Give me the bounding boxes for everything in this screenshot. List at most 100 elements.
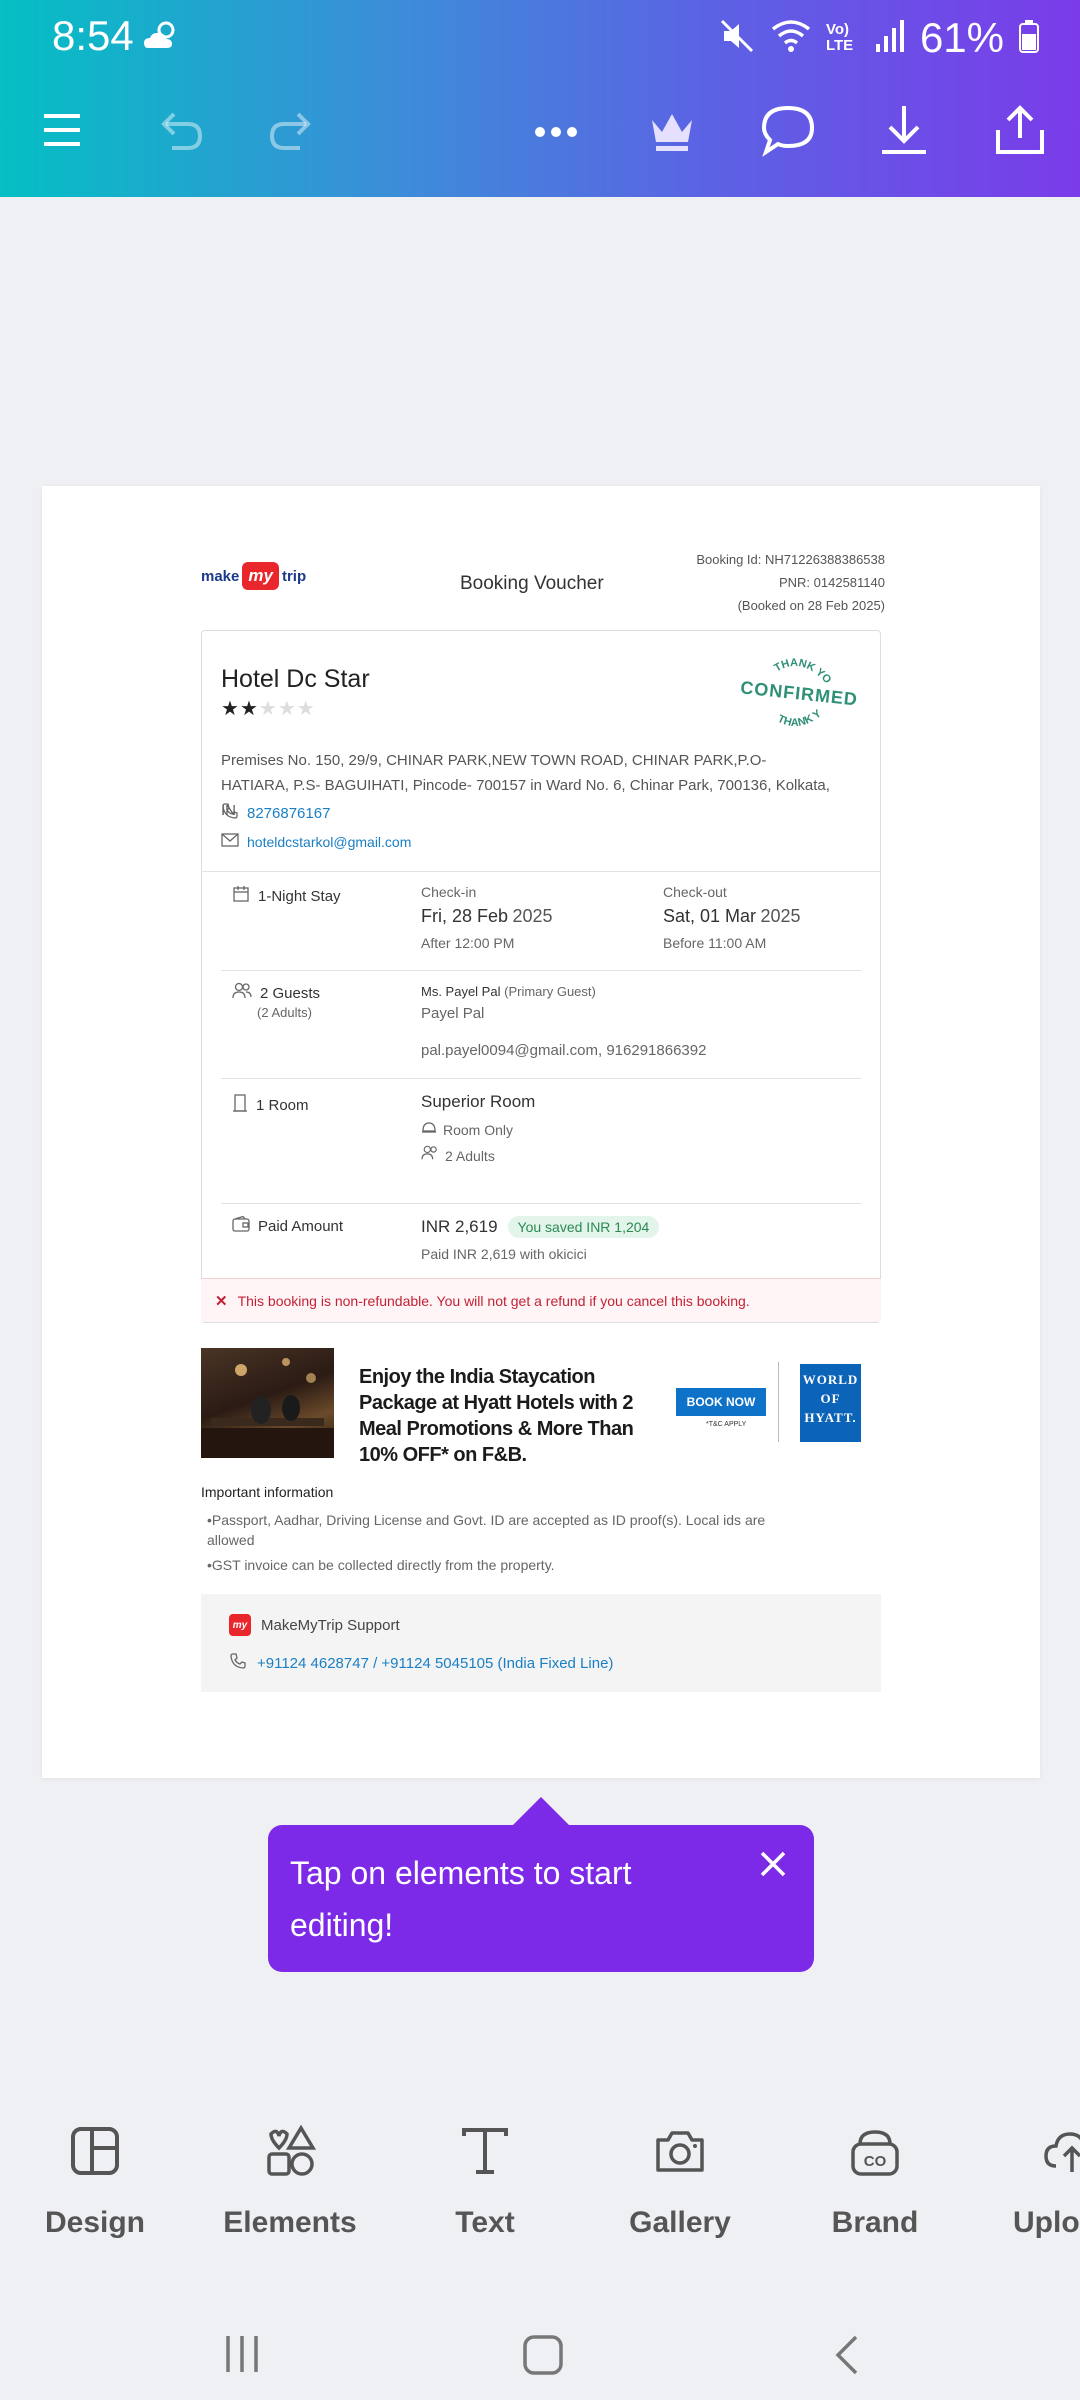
- star-icon: ★: [239, 698, 259, 720]
- support-phones[interactable]: +91124 4628747 / +91124 5045105 (India F…: [257, 1655, 613, 1672]
- pnr: PNR: 0142581140: [778, 575, 885, 590]
- weather-icon: [140, 18, 182, 59]
- ad-headline: Enjoy the India Staycation Package at Hy…: [359, 1366, 634, 1466]
- share-icon[interactable]: [990, 100, 1050, 160]
- text-icon: [462, 2128, 508, 2174]
- nav-upload[interactable]: Uplo: [975, 2100, 1080, 2240]
- hotel-phone-row[interactable]: 8276876167: [221, 802, 330, 824]
- recents-icon: [226, 2336, 258, 2372]
- payment-detail[interactable]: INR 2,619 You saved INR 1,204 Paid INR 2…: [421, 1216, 660, 1262]
- saved-badge: You saved INR 1,204: [507, 1216, 660, 1238]
- booking-id: Booking Id: NH71226388386538: [696, 552, 885, 567]
- checkout-block[interactable]: Check-out Sat, 01 Mar 2025 Before 11:00 …: [663, 884, 801, 951]
- star-icon: ★: [221, 698, 240, 720]
- important-info-item[interactable]: •GST invoice can be collected directly f…: [207, 1557, 555, 1573]
- paid-with: Paid INR 2,619 with okicici: [421, 1246, 587, 1262]
- divider: [221, 1078, 861, 1079]
- booked-on: (Booked on 28 Feb 2025): [737, 598, 885, 613]
- nav-design[interactable]: Design: [0, 2100, 190, 2240]
- mail-icon: [221, 833, 239, 850]
- book-now-button[interactable]: BOOK NOW: [676, 1388, 766, 1416]
- hyatt-ad-banner[interactable]: Enjoy the India Staycation Package at Hy…: [201, 1348, 861, 1466]
- booking-meta[interactable]: Booking Id: NH71226388386538 PNR: 014258…: [696, 548, 885, 617]
- network-label: Vo) LTE: [825, 21, 854, 54]
- comment-icon[interactable]: [758, 100, 818, 160]
- confirmed-stamp: THANK YOU CONFIRMED THANK YOU: [731, 641, 860, 735]
- nav-text[interactable]: Text: [390, 2100, 580, 2240]
- hotel-name[interactable]: Hotel Dc Star: [221, 665, 370, 694]
- phone-icon: [221, 802, 239, 824]
- editing-tooltip: Tap on elements to start editing!: [268, 1797, 814, 1972]
- checkout-time: Before 11:00 AM: [663, 935, 767, 951]
- nav-label: Gallery: [629, 2206, 731, 2239]
- checkout-day: Sat, 01 Mar: [663, 906, 757, 926]
- bottom-toolbar: Design Elements Text Gallery CO Brand Up…: [0, 2100, 1080, 2280]
- brand-line2: OF: [820, 1391, 841, 1406]
- nav-label: Brand: [831, 2206, 919, 2239]
- logo-make: make: [201, 567, 240, 585]
- primary-guest-tag: (Primary Guest): [504, 984, 596, 999]
- important-info-item[interactable]: •Passport, Aadhar, Driving License and G…: [207, 1510, 807, 1550]
- non-refundable-notice[interactable]: ✕ This booking is non-refundable. You wi…: [201, 1278, 881, 1322]
- checkin-year: 2025: [512, 906, 553, 926]
- undo-icon[interactable]: [150, 100, 210, 160]
- menu-icon[interactable]: [32, 100, 92, 160]
- room-detail[interactable]: Superior Room Room Only 2 Adults: [421, 1092, 535, 1166]
- hotel-email-row[interactable]: hoteldcstarkol@gmail.com: [221, 833, 411, 850]
- cross-icon: ✕: [215, 1292, 228, 1310]
- divider: [201, 871, 881, 872]
- ad-divider: [778, 1362, 779, 1442]
- stamp-main: CONFIRMED: [739, 677, 858, 709]
- wifi-icon: [770, 17, 812, 60]
- status-bar: 8:54 Vo) LTE 61%: [0, 0, 1080, 76]
- stay-row-label: 1-Night Stay: [232, 885, 341, 908]
- divider: [221, 970, 861, 971]
- redo-icon[interactable]: [262, 100, 322, 160]
- payment-amount: INR 2,619: [421, 1217, 498, 1236]
- download-icon[interactable]: [874, 100, 934, 160]
- design-icon: [71, 2127, 119, 2175]
- logo-trip: trip: [281, 567, 307, 585]
- hotel-email[interactable]: hoteldcstarkol@gmail.com: [247, 834, 411, 850]
- checkin-day: Fri, 28 Feb: [421, 906, 509, 926]
- guests-icon: [421, 1145, 439, 1166]
- hotel-phone[interactable]: 8276876167: [247, 805, 330, 822]
- meal-plan: Room Only: [443, 1121, 514, 1138]
- cloche-icon: [421, 1120, 437, 1139]
- mute-icon: [718, 17, 756, 60]
- home-button[interactable]: [522, 2334, 564, 2381]
- stay-label: 1-Night Stay: [258, 888, 341, 905]
- more-icon[interactable]: [526, 100, 586, 160]
- checkin-time: After 12:00 PM: [421, 935, 515, 951]
- room-label: 1 Room: [256, 1097, 309, 1114]
- system-nav-bar: [0, 2300, 1080, 2400]
- second-guest: Payel Pal: [421, 1005, 485, 1022]
- nav-elements[interactable]: Elements: [195, 2100, 385, 2240]
- payment-label: Paid Amount: [258, 1218, 344, 1235]
- star-empty-icon: ★: [296, 698, 316, 720]
- guests-detail[interactable]: Ms. Payel Pal (Primary Guest) Payel Pal …: [421, 984, 706, 1059]
- voucher-title[interactable]: Booking Voucher: [460, 573, 604, 595]
- star-empty-icon: ★: [277, 698, 297, 720]
- home-icon: [523, 2335, 563, 2375]
- checkin-block[interactable]: Check-in Fri, 28 Feb 2025 After 12:00 PM: [421, 884, 553, 951]
- status-time: 8:54: [52, 12, 134, 59]
- brand-icon: CO: [851, 2130, 899, 2176]
- room-occupancy: 2 Adults: [445, 1147, 495, 1164]
- non-refundable-text: This booking is non-refundable. You will…: [237, 1292, 750, 1309]
- crown-icon[interactable]: [642, 100, 702, 160]
- door-icon: [232, 1094, 248, 1117]
- recents-button[interactable]: [222, 2334, 262, 2379]
- camera-icon: [656, 2131, 704, 2172]
- star-empty-icon: ★: [258, 698, 278, 720]
- nav-gallery[interactable]: Gallery: [585, 2100, 775, 2240]
- ad-terms: *T&C APPLY: [706, 1421, 747, 1428]
- back-button[interactable]: [830, 2334, 866, 2381]
- world-of-hyatt-logo: WORLD OF HYATT.: [800, 1364, 861, 1442]
- close-icon[interactable]: [758, 1849, 788, 1879]
- checkin-label: Check-in: [421, 884, 477, 900]
- nav-brand[interactable]: CO Brand: [780, 2100, 970, 2240]
- support-box[interactable]: my MakeMyTrip Support +91124 4628747 / +…: [201, 1594, 881, 1692]
- important-info-heading[interactable]: Important information: [201, 1484, 333, 1500]
- nav-label: Text: [455, 2206, 515, 2239]
